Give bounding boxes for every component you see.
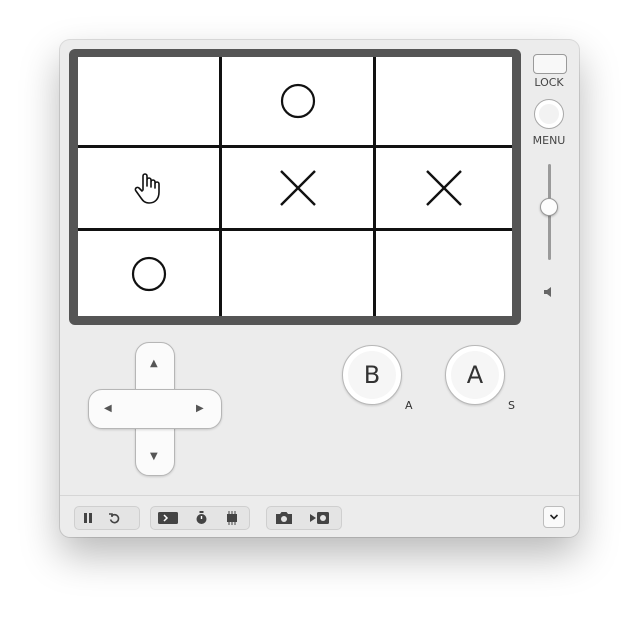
o-mark bbox=[131, 256, 166, 291]
lock-label: LOCK bbox=[534, 76, 564, 89]
restart-icon[interactable] bbox=[101, 507, 127, 529]
dpad-right-arrow[interactable]: ▶ bbox=[196, 404, 204, 414]
tic-tac-toe-board[interactable] bbox=[78, 57, 512, 316]
a-button[interactable]: A bbox=[445, 345, 505, 405]
video-record-icon[interactable] bbox=[301, 507, 339, 529]
dpad-left-arrow[interactable]: ◀ bbox=[104, 404, 112, 414]
dpad-down-arrow[interactable]: ▼ bbox=[150, 452, 158, 462]
x-mark bbox=[426, 170, 462, 206]
chip-icon[interactable] bbox=[217, 507, 247, 529]
board-cell[interactable] bbox=[78, 231, 219, 316]
grid-line bbox=[78, 228, 512, 231]
dpad-up-arrow[interactable]: ▲ bbox=[150, 359, 158, 369]
capture-group bbox=[266, 506, 342, 530]
grid-line bbox=[78, 145, 512, 148]
lock-button[interactable] bbox=[533, 54, 567, 74]
o-mark bbox=[280, 83, 315, 119]
timer-icon[interactable] bbox=[185, 507, 217, 529]
bottom-toolbar bbox=[60, 495, 579, 537]
b-button-key-hint: A bbox=[405, 399, 413, 412]
board-cell[interactable] bbox=[222, 148, 373, 228]
playback-group bbox=[74, 506, 140, 530]
volume-slider-thumb[interactable] bbox=[540, 198, 558, 216]
dpad[interactable]: ▲ ▼ ◀ ▶ bbox=[88, 342, 222, 476]
board-cell[interactable] bbox=[78, 57, 219, 145]
board-cell[interactable] bbox=[222, 57, 373, 145]
terminal-icon[interactable] bbox=[151, 507, 185, 529]
menu-button[interactable] bbox=[534, 99, 564, 129]
emulator-window: LOCK MENU ▲ ▼ ◀ ▶ B A A S bbox=[60, 40, 579, 537]
board-cell[interactable] bbox=[376, 57, 512, 145]
board-cell[interactable] bbox=[222, 231, 373, 316]
board-cell[interactable] bbox=[376, 148, 512, 228]
hand-pointer-icon bbox=[134, 173, 160, 204]
menu-label: MENU bbox=[532, 134, 566, 147]
x-mark bbox=[279, 170, 316, 206]
pause-icon[interactable] bbox=[75, 507, 101, 529]
dpad-center bbox=[136, 390, 174, 428]
b-button[interactable]: B bbox=[342, 345, 402, 405]
board-cell[interactable] bbox=[78, 148, 219, 228]
tools-group bbox=[150, 506, 250, 530]
chevron-down-icon[interactable] bbox=[543, 506, 565, 528]
grid-line bbox=[373, 57, 376, 316]
a-button-key-hint: S bbox=[508, 399, 515, 412]
camera-icon[interactable] bbox=[267, 507, 301, 529]
board-cell[interactable] bbox=[376, 231, 512, 316]
grid-line bbox=[219, 57, 222, 316]
speaker-icon bbox=[542, 284, 556, 303]
